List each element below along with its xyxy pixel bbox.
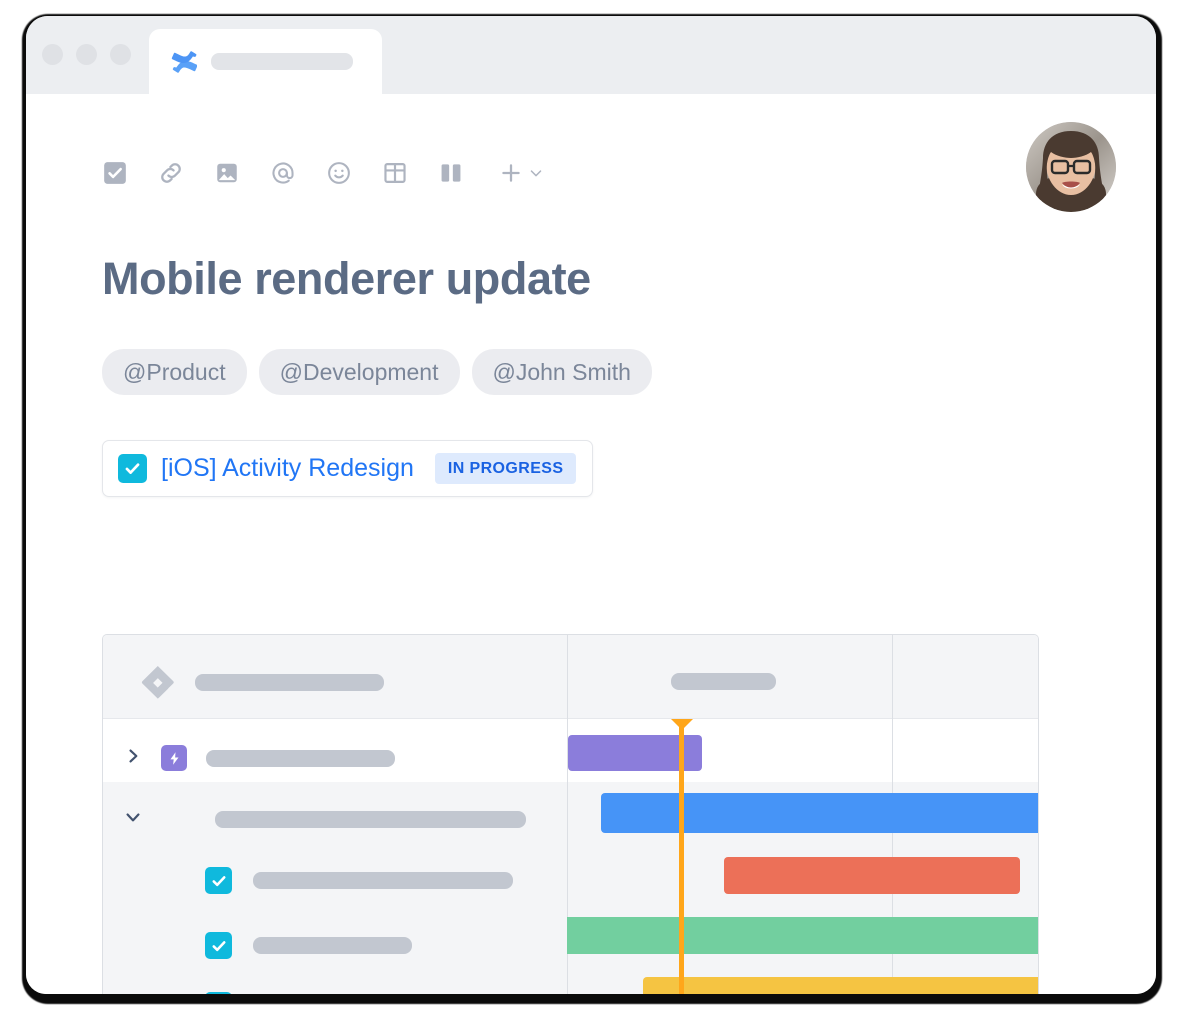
gantt-row-task-3[interactable] [205, 992, 412, 994]
plus-icon[interactable] [498, 160, 524, 186]
table-icon[interactable] [382, 160, 408, 186]
epic-icon[interactable] [161, 745, 187, 771]
minimize-button[interactable] [76, 44, 97, 65]
gantt-bar-red[interactable] [724, 857, 1020, 894]
gantt-row-group[interactable] [123, 807, 526, 832]
bolt-icon [169, 751, 178, 765]
screenshot-stage: Mobile renderer update @Product @Develop… [0, 0, 1184, 1014]
columns-icon[interactable] [438, 160, 464, 186]
gantt-chart[interactable] [102, 634, 1039, 994]
browser-chrome [26, 16, 1156, 94]
task-checkbox[interactable] [118, 454, 147, 484]
editor-toolbar-icons [102, 160, 545, 186]
gantt-header-title-placeholder [195, 673, 384, 691]
mention-chip-product[interactable]: @Product [102, 348, 247, 396]
checkbox-icon[interactable] [102, 160, 128, 186]
traffic-lights [42, 44, 131, 65]
insert-menu[interactable] [498, 160, 545, 186]
mention-chip-development[interactable]: @Development [258, 348, 460, 396]
chevron-right-icon[interactable] [123, 746, 143, 771]
gantt-row-epic-placeholder [206, 749, 395, 767]
mention-chip-john-smith[interactable]: @John Smith [471, 348, 652, 396]
tab-title-placeholder [211, 53, 353, 70]
close-button[interactable] [42, 44, 63, 65]
editor-toolbar [26, 150, 1156, 196]
image-icon[interactable] [214, 160, 240, 186]
browser-window: Mobile renderer update @Product @Develop… [26, 16, 1156, 994]
gantt-row-group-placeholder [215, 811, 526, 828]
gantt-row-task-2[interactable] [205, 932, 412, 959]
gantt-header-title [141, 665, 384, 699]
document-content: Mobile renderer update @Product @Develop… [102, 253, 1116, 498]
gantt-row-epic[interactable] [123, 745, 395, 771]
check-icon [211, 940, 226, 951]
avatar-photo [1026, 122, 1116, 212]
emoji-icon[interactable] [326, 160, 352, 186]
gantt-bar-blue[interactable] [601, 793, 1038, 833]
maximize-button[interactable] [110, 44, 131, 65]
today-marker-line [679, 721, 684, 994]
chevron-down-icon[interactable] [123, 807, 143, 832]
status-badge: IN PROGRESS [434, 453, 577, 485]
mention-icon[interactable] [270, 160, 296, 186]
row-checkbox[interactable] [205, 867, 232, 894]
jira-logo-icon [141, 665, 175, 699]
row-checkbox[interactable] [205, 992, 232, 994]
gantt-row-task-1[interactable] [205, 867, 513, 894]
page-title: Mobile renderer update [102, 253, 591, 304]
task-link[interactable]: [iOS] Activity Redesign [161, 455, 414, 483]
link-icon[interactable] [158, 160, 184, 186]
gantt-bar-yellow[interactable] [643, 977, 1038, 994]
avatar[interactable] [1026, 122, 1116, 212]
gantt-header-range-placeholder [671, 673, 776, 690]
browser-tab[interactable] [149, 29, 382, 94]
page-body: Mobile renderer update @Product @Develop… [26, 94, 1156, 994]
task-card[interactable]: [iOS] Activity Redesign IN PROGRESS [102, 440, 594, 498]
check-icon [211, 875, 226, 886]
row-checkbox[interactable] [205, 932, 232, 959]
gantt-bar-green[interactable] [567, 917, 1038, 954]
check-icon [125, 463, 140, 475]
confluence-logo-icon [171, 49, 197, 75]
gantt-row-task-1-placeholder [253, 872, 513, 889]
chevron-down-icon[interactable] [527, 164, 545, 182]
gantt-row-task-2-placeholder [253, 937, 412, 954]
mention-chip-list: @Product @Development @John Smith [102, 348, 1116, 396]
